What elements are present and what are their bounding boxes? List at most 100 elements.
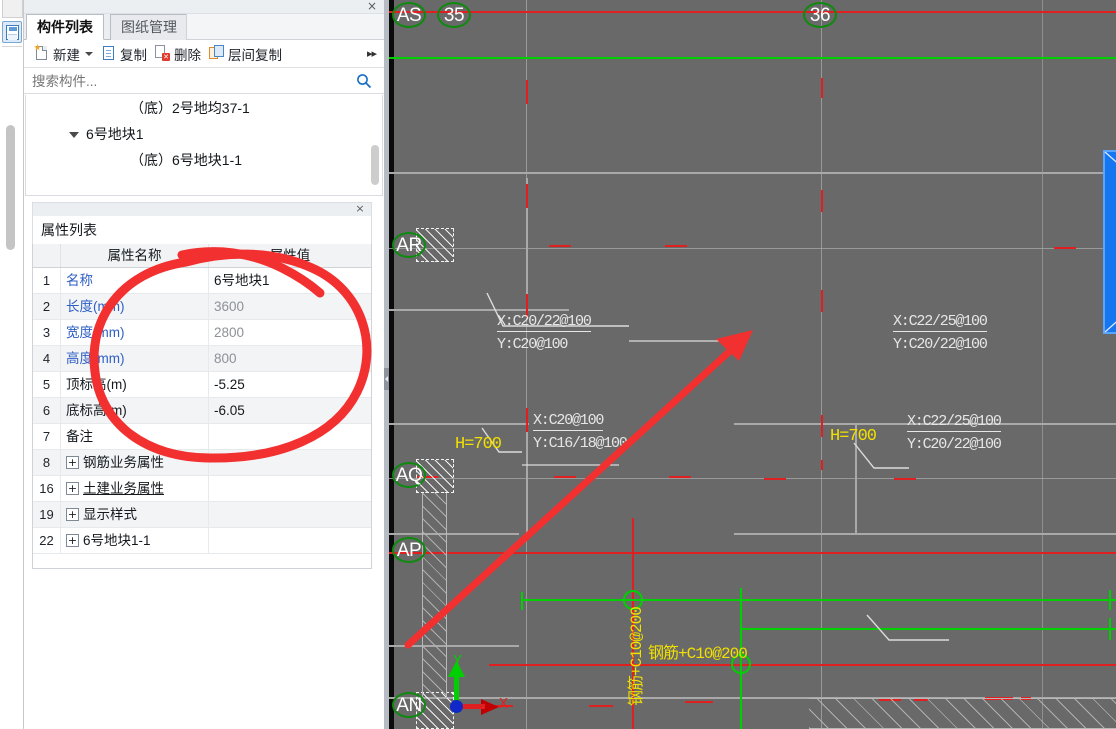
table-row[interactable]: 19 + 显示样式	[33, 502, 371, 528]
axis-bubble[interactable]: AN	[392, 692, 426, 718]
foundation-hatch-band	[809, 698, 1116, 729]
grid-line-h	[389, 423, 529, 425]
row-index: 19	[33, 502, 61, 527]
axis-bubble[interactable]: AQ	[392, 462, 426, 488]
leader-lines	[481, 292, 949, 641]
axis-line-green	[521, 592, 523, 610]
table-row[interactable]: 16 + 土建业务属性	[33, 476, 371, 502]
close-icon[interactable]: ×	[354, 202, 366, 216]
row-name: 备注	[61, 424, 209, 449]
row-index: 8	[33, 450, 61, 475]
table-row[interactable]: 5 顶标高(m) -5.25	[33, 372, 371, 398]
center-tick	[821, 78, 823, 98]
axis-bubble[interactable]: 35	[437, 2, 471, 28]
toolbar-overflow-icon[interactable]: ▸▸	[367, 47, 377, 60]
tab-component-list[interactable]: 构件列表	[26, 14, 104, 40]
expand-icon[interactable]: +	[66, 455, 79, 469]
expand-icon[interactable]: +	[66, 507, 79, 521]
axis-line-green	[521, 599, 1116, 601]
center-tick	[821, 415, 823, 437]
row-index: 16	[33, 476, 61, 501]
axis-bubble[interactable]: 36	[803, 2, 837, 28]
row-value[interactable]	[209, 502, 371, 527]
center-tick	[526, 80, 528, 104]
height-label: H=700	[830, 427, 877, 446]
copy-button[interactable]: 复制	[97, 42, 151, 66]
row-value[interactable]	[209, 476, 371, 501]
delete-button[interactable]: ✕ 删除	[151, 42, 205, 66]
selected-slab[interactable]	[1103, 150, 1116, 334]
expand-icon[interactable]: +	[66, 533, 79, 547]
row-value[interactable]: -5.25	[209, 372, 371, 397]
row-value[interactable]: 2800	[209, 320, 371, 345]
delete-document-icon: ✕	[155, 45, 171, 62]
grid-line-v	[1042, 0, 1043, 729]
axis-line-green	[741, 628, 1116, 630]
table-row[interactable]: 22 +6号地块1-1	[33, 528, 371, 554]
row-name: 底标高(m)	[61, 398, 209, 423]
row-name-text: 显示样式	[83, 507, 137, 522]
axis-bubble[interactable]: AP	[392, 537, 426, 563]
row-index: 7	[33, 424, 61, 449]
dock-scrollbar-thumb[interactable]	[6, 125, 15, 250]
row-name: 长度(mm)	[61, 294, 209, 319]
rebar-label-y: Y:C20/22@100	[893, 336, 988, 353]
axis-bubble[interactable]: AR	[392, 232, 426, 258]
component-panel-titlebar: ×	[24, 0, 384, 14]
center-tick	[821, 290, 823, 312]
row-index: 1	[33, 268, 61, 293]
tree-item-0[interactable]: （底）2号地均37-1	[26, 95, 382, 121]
new-button[interactable]: 新建	[30, 42, 97, 66]
dock-panel-icon[interactable]	[2, 21, 22, 43]
column-header-value: 属性值	[269, 248, 311, 263]
layer-copy-button[interactable]: 层间复制	[205, 42, 286, 66]
center-tick	[821, 190, 823, 212]
row-value[interactable]: 3600	[209, 294, 371, 319]
axis-bubble[interactable]: AS	[392, 2, 426, 28]
table-row[interactable]: 2 长度(mm) 3600	[33, 294, 371, 320]
row-value[interactable]: 800	[209, 346, 371, 371]
table-row[interactable]: 6 底标高(m) -6.05	[33, 398, 371, 424]
center-tick	[549, 245, 571, 247]
row-value[interactable]	[209, 450, 371, 475]
row-value[interactable]: -6.05	[209, 398, 371, 423]
center-tick	[554, 476, 576, 478]
chevron-down-icon[interactable]	[69, 132, 79, 143]
tree-item-1[interactable]: 6号地块1	[26, 121, 382, 147]
tree-scrollbar-thumb[interactable]	[371, 145, 379, 185]
table-row[interactable]: 7 备注	[33, 424, 371, 450]
slab-edges	[1104, 151, 1116, 333]
grid-line-h	[389, 478, 1116, 479]
table-row[interactable]: 3 宽度(mm) 2800	[33, 320, 371, 346]
search-icon[interactable]	[356, 73, 372, 89]
ucs-origin-dot	[450, 700, 463, 713]
tree-item-2[interactable]: （底）6号地块1-1	[26, 147, 382, 173]
rebar-label-y: Y:C16/18@100	[533, 435, 628, 452]
search-input[interactable]	[32, 71, 352, 91]
left-dock-strip	[0, 0, 24, 729]
center-tick	[526, 184, 528, 208]
center-tick	[894, 478, 916, 480]
rebar-label-x: X:C20@100	[533, 412, 604, 431]
expand-icon[interactable]: +	[66, 481, 79, 495]
close-icon[interactable]: ×	[366, 0, 378, 14]
grid-line-h	[389, 309, 569, 311]
cad-canvas[interactable]: Y X AS 35 36 AR AQ AP AN X:C20/22@100 Y:…	[389, 0, 1116, 729]
tab-drawing-management[interactable]: 图纸管理	[110, 14, 188, 40]
rebar-label-x: X:C22/25@100	[907, 413, 1002, 432]
table-row[interactable]: 1 名称 6号地块1	[33, 268, 371, 294]
row-name: + 显示样式	[61, 502, 209, 527]
chevron-down-icon[interactable]	[85, 51, 93, 56]
row-value[interactable]: 6号地块1	[209, 268, 371, 293]
grid-line-h	[389, 172, 1116, 174]
row-value[interactable]	[209, 528, 371, 553]
center-tick	[685, 701, 713, 703]
table-row[interactable]: 8 + 钢筋业务属性	[33, 450, 371, 476]
axis-line-green	[1109, 590, 1111, 610]
row-name: 宽度(mm)	[61, 320, 209, 345]
row-index: 6	[33, 398, 61, 423]
table-row[interactable]: 4 高度(mm) 800	[33, 346, 371, 372]
center-tick	[589, 705, 613, 707]
ucs-x-label: X	[499, 696, 509, 713]
row-value[interactable]	[209, 424, 371, 449]
